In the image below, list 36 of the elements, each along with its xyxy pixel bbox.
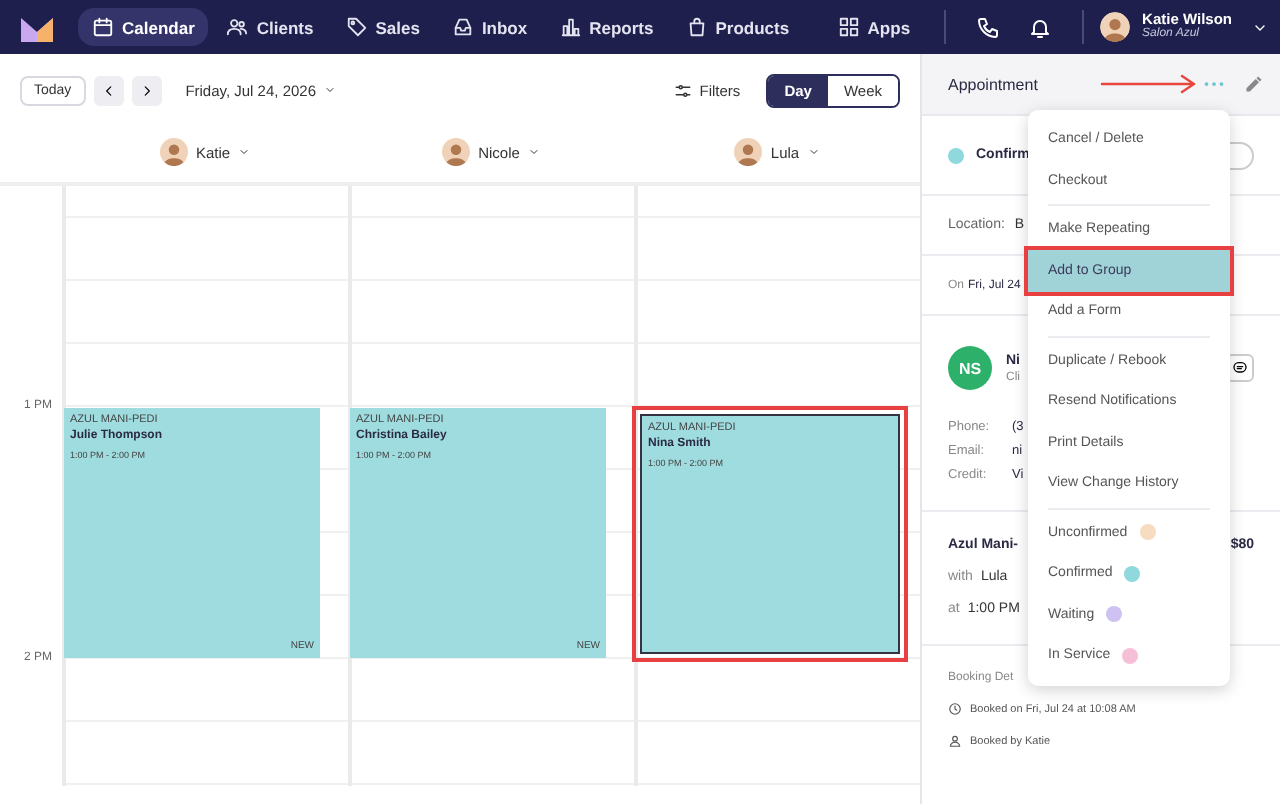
people-icon: [226, 16, 249, 38]
apps-button[interactable]: Apps: [823, 8, 925, 46]
avatar-icon: [159, 138, 188, 166]
nav-tab[interactable]: Clients: [212, 8, 328, 46]
nav-tab[interactable]: Calendar: [78, 8, 209, 46]
bell-icon[interactable]: [1028, 15, 1053, 39]
bag-icon: [685, 16, 708, 38]
caret-icon: [807, 146, 820, 158]
chat-icon: [1232, 360, 1248, 376]
client-initials-avatar: NS: [948, 346, 992, 390]
nav-tab[interactable]: Products: [671, 8, 804, 46]
chevron-left-icon: [101, 83, 116, 97]
caret-icon: [238, 146, 251, 158]
edit-icon[interactable]: [1244, 74, 1264, 94]
caret-icon: [527, 146, 540, 158]
calendar-icon: [92, 16, 114, 38]
nav-tab[interactable]: Reports: [545, 8, 668, 46]
nav-tab[interactable]: Inbox: [437, 8, 542, 46]
arrow-icon: [1100, 74, 1196, 94]
panel-title: Appointment: [948, 75, 1038, 93]
logo-icon: [20, 13, 54, 41]
sliders-icon: [673, 81, 692, 99]
clock-icon: [948, 702, 962, 716]
chevron-right-icon: [139, 83, 154, 97]
inbox-icon: [451, 16, 474, 38]
grid-icon: [837, 16, 860, 38]
tag-icon: [345, 16, 368, 38]
avatar-icon: [442, 138, 471, 166]
bar-chart-icon: [559, 16, 582, 38]
avatar-icon: [734, 138, 763, 166]
caret-icon: [324, 84, 337, 96]
nav-tab[interactable]: Sales: [331, 8, 434, 46]
status-dot: [948, 147, 964, 163]
person-icon: [948, 734, 962, 748]
avatar-icon[interactable]: [1100, 12, 1131, 42]
phone-icon[interactable]: [976, 15, 1001, 39]
